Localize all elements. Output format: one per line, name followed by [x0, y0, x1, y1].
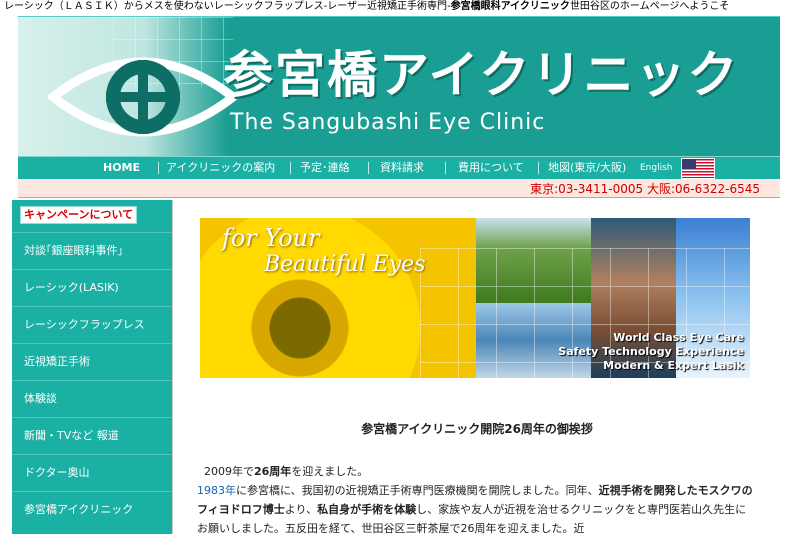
nav-divider: [290, 162, 291, 174]
sidebar-item-clinic[interactable]: 参宮橋アイクリニック: [12, 491, 172, 527]
hero-tagline-1: for Your: [222, 224, 320, 252]
hero-image: for Your Beautiful Eyes World Class Eye …: [200, 218, 750, 378]
header-banner: 参宮橋アイクリニック The Sangubashi Eye Clinic: [18, 16, 780, 157]
greeting-body: 2009年で26周年を迎えました。 1983年に参宮橋に、我国初の近視矯正手術専…: [197, 462, 757, 538]
eye-logo-icon: [48, 57, 238, 137]
sidebar-item-ginza-talk[interactable]: 対談｢銀座眼科事件｣: [12, 232, 172, 268]
hero-slogan-3: Modern & Expert Lasik: [603, 359, 744, 372]
nav-brochure-request[interactable]: 資料請求: [380, 157, 424, 179]
greeting-title: 参宮橋アイクリニック開院26周年の御挨拶: [361, 422, 593, 436]
phone-bar: 東京:03-3411-0005 大阪:06-6322-6545: [18, 179, 780, 198]
campaign-link[interactable]: キャンペーンについて: [20, 206, 138, 224]
nav-home[interactable]: HOME: [103, 157, 140, 179]
greeting-paragraph-2: 1983年に参宮橋に、我国初の近視矯正手術専門医療機関を開院しました。同年、近視…: [197, 484, 753, 535]
sidebar-item-myopia-surgery[interactable]: 近視矯正手術: [12, 343, 172, 379]
top-notice-welcome: 世田谷区のホームページへようこそ: [569, 1, 730, 12]
hero-slogan-1: World Class Eye Care: [613, 331, 744, 344]
nav-map[interactable]: 地図(東京/大阪): [548, 157, 626, 179]
nav-divider: [445, 162, 446, 174]
sidebar-item-testimonials[interactable]: 体験談: [12, 380, 172, 416]
nav-english[interactable]: English: [640, 163, 673, 173]
sidebar-item-media[interactable]: 新聞・TVなど 報道: [12, 417, 172, 453]
nav-divider: [158, 162, 159, 174]
nav-costs[interactable]: 費用について: [458, 157, 524, 179]
top-notice: レーシック（ＬＡＳＩＫ）からメスを使わないレーシックフラップレス-レーザー近視矯…: [4, 0, 794, 14]
phone-numbers: 東京:03-3411-0005 大阪:06-6322-6545: [530, 182, 760, 196]
clinic-title-jp: 参宮橋アイクリニック: [223, 46, 740, 104]
top-notice-text: レーシック（ＬＡＳＩＫ）からメスを使わないレーシックフラップレス-レーザー近視矯…: [4, 1, 451, 12]
nav-schedule[interactable]: 予定･連絡: [300, 157, 350, 179]
greeting-paragraph-1: 2009年で26周年を迎えました。: [204, 465, 369, 478]
sidebar-item-flapless[interactable]: レーシックフラップレス: [12, 306, 172, 342]
nav-clinic-info[interactable]: アイクリニックの案内: [166, 157, 275, 179]
top-nav: HOME アイクリニックの案内 予定･連絡 資料請求 費用について 地図(東京/…: [18, 156, 780, 179]
year-link[interactable]: 1983年: [197, 484, 236, 497]
us-flag-icon[interactable]: [681, 158, 715, 179]
sidebar-item-lasik[interactable]: レーシック(LASIK): [12, 269, 172, 305]
sidebar: キャンペーンについて 対談｢銀座眼科事件｣ レーシック(LASIK) レーシック…: [12, 200, 172, 534]
sidebar-item-doctor[interactable]: ドクター奥山: [12, 454, 172, 490]
top-notice-clinic-name: 参宮橋眼科アイクリニック: [450, 1, 570, 12]
main-content: for Your Beautiful Eyes World Class Eye …: [172, 200, 781, 535]
hero-slogan-2: Safety Technology Experience: [558, 345, 744, 358]
hero-tagline-2: Beautiful Eyes: [264, 252, 426, 277]
nav-divider: [538, 162, 539, 174]
clinic-title-en: The Sangubashi Eye Clinic: [230, 110, 546, 135]
nav-divider: [368, 162, 369, 174]
